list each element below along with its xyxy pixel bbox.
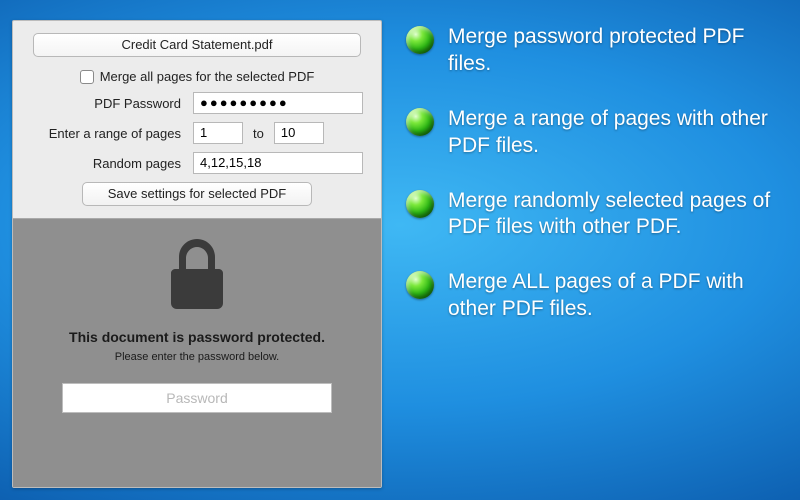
locked-document-area: This document is password protected. Ple…: [13, 218, 381, 487]
merge-all-label: Merge all pages for the selected PDF: [100, 69, 315, 84]
range-to-label: to: [253, 126, 264, 141]
feature-text: Merge a range of pages with other PDF fi…: [448, 106, 782, 160]
settings-form: Credit Card Statement.pdf Merge all page…: [13, 21, 381, 218]
merge-all-row: Merge all pages for the selected PDF: [27, 69, 367, 84]
settings-panel: Credit Card Statement.pdf Merge all page…: [12, 20, 382, 488]
password-label: PDF Password: [29, 96, 185, 111]
random-input[interactable]: 4,12,15,18: [193, 152, 363, 174]
feature-item: Merge ALL pages of a PDF with other PDF …: [406, 269, 782, 323]
bullet-icon: [406, 190, 434, 218]
bullet-icon: [406, 26, 434, 54]
range-from-input[interactable]: 1: [193, 122, 243, 144]
feature-item: Merge password protected PDF files.: [406, 24, 782, 78]
feature-item: Merge randomly selected pages of PDF fil…: [406, 188, 782, 242]
merge-all-checkbox[interactable]: [80, 70, 94, 84]
password-input[interactable]: ●●●●●●●●●: [193, 92, 363, 114]
save-settings-label: Save settings for selected PDF: [108, 186, 286, 201]
locked-password-input[interactable]: Password: [62, 383, 332, 413]
range-row: Enter a range of pages 1 to 10: [29, 122, 367, 144]
feature-text: Merge password protected PDF files.: [448, 24, 782, 78]
lock-icon: [165, 237, 229, 311]
random-label: Random pages: [29, 156, 185, 171]
feature-text: Merge randomly selected pages of PDF fil…: [448, 188, 782, 242]
file-dropdown[interactable]: Credit Card Statement.pdf: [33, 33, 361, 57]
range-label: Enter a range of pages: [29, 126, 185, 141]
features-list: Merge password protected PDF files. Merg…: [382, 0, 800, 500]
random-row: Random pages 4,12,15,18: [29, 152, 367, 174]
file-dropdown-label: Credit Card Statement.pdf: [121, 37, 272, 52]
bullet-icon: [406, 271, 434, 299]
locked-title: This document is password protected.: [69, 329, 325, 345]
locked-subtitle: Please enter the password below.: [115, 351, 280, 363]
save-settings-button[interactable]: Save settings for selected PDF: [82, 182, 312, 206]
password-row: PDF Password ●●●●●●●●●: [29, 92, 367, 114]
bullet-icon: [406, 108, 434, 136]
feature-text: Merge ALL pages of a PDF with other PDF …: [448, 269, 782, 323]
range-to-input[interactable]: 10: [274, 122, 324, 144]
feature-item: Merge a range of pages with other PDF fi…: [406, 106, 782, 160]
